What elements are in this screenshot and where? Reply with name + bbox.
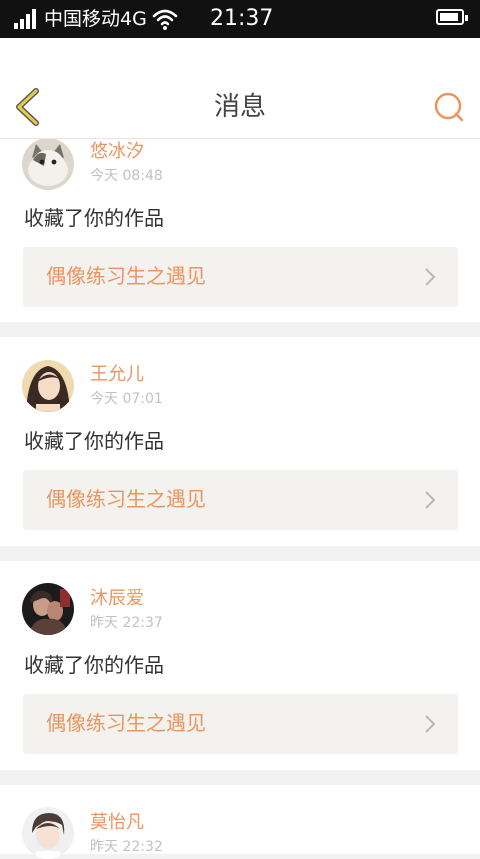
message-card: 王允儿 今天 07:01 收藏了你的作品 偶像练习生之遇见 bbox=[0, 337, 480, 546]
action-text: 收藏了你的作品 bbox=[24, 206, 164, 230]
work-link[interactable]: 偶像练习生之遇见 bbox=[23, 470, 458, 530]
message-card: 沐辰爱 昨天 22:37 收藏了你的作品 偶像练习生之遇见 bbox=[0, 561, 480, 770]
timestamp: 今天 07:01 bbox=[90, 391, 163, 407]
action-text: 收藏了你的作品 bbox=[24, 429, 164, 453]
user-name[interactable]: 王允儿 bbox=[90, 363, 144, 387]
user-name[interactable]: 莫怡凡 bbox=[90, 811, 144, 835]
carrier-label: 中国移动4G bbox=[44, 8, 147, 30]
message-card: 悠冰汐 今天 08:48 收藏了你的作品 偶像练习生之遇见 bbox=[0, 130, 480, 322]
chevron-right-icon bbox=[424, 267, 436, 287]
chevron-right-icon bbox=[424, 714, 436, 734]
avatar[interactable] bbox=[22, 360, 74, 412]
work-link[interactable]: 偶像练习生之遇见 bbox=[23, 694, 458, 754]
user-name[interactable]: 沐辰爱 bbox=[90, 587, 144, 611]
work-title: 偶像练习生之遇见 bbox=[46, 487, 206, 511]
work-title: 偶像练习生之遇见 bbox=[46, 264, 206, 288]
page-title: 消息 bbox=[213, 92, 266, 122]
user-name[interactable]: 悠冰汐 bbox=[90, 140, 144, 164]
battery-icon bbox=[436, 9, 468, 25]
nav-bar: 消息 bbox=[0, 38, 480, 139]
message-card: 莫怡凡 昨天 22:32 bbox=[0, 785, 480, 859]
search-icon[interactable] bbox=[432, 90, 466, 124]
avatar[interactable] bbox=[22, 807, 74, 859]
work-title: 偶像练习生之遇见 bbox=[46, 711, 206, 735]
avatar[interactable] bbox=[22, 583, 74, 635]
timestamp: 今天 08:48 bbox=[90, 168, 163, 184]
status-bar: 中国移动4G 21:37 bbox=[0, 0, 480, 38]
action-text: 收藏了你的作品 bbox=[24, 653, 164, 677]
timestamp: 昨天 22:37 bbox=[90, 615, 163, 631]
clock: 21:37 bbox=[210, 6, 274, 31]
wifi-icon bbox=[152, 6, 178, 32]
timestamp: 昨天 22:32 bbox=[90, 839, 163, 855]
work-link[interactable]: 偶像练习生之遇见 bbox=[23, 247, 458, 307]
signal-icon bbox=[14, 9, 38, 29]
avatar[interactable] bbox=[22, 138, 74, 190]
chevron-right-icon bbox=[424, 490, 436, 510]
